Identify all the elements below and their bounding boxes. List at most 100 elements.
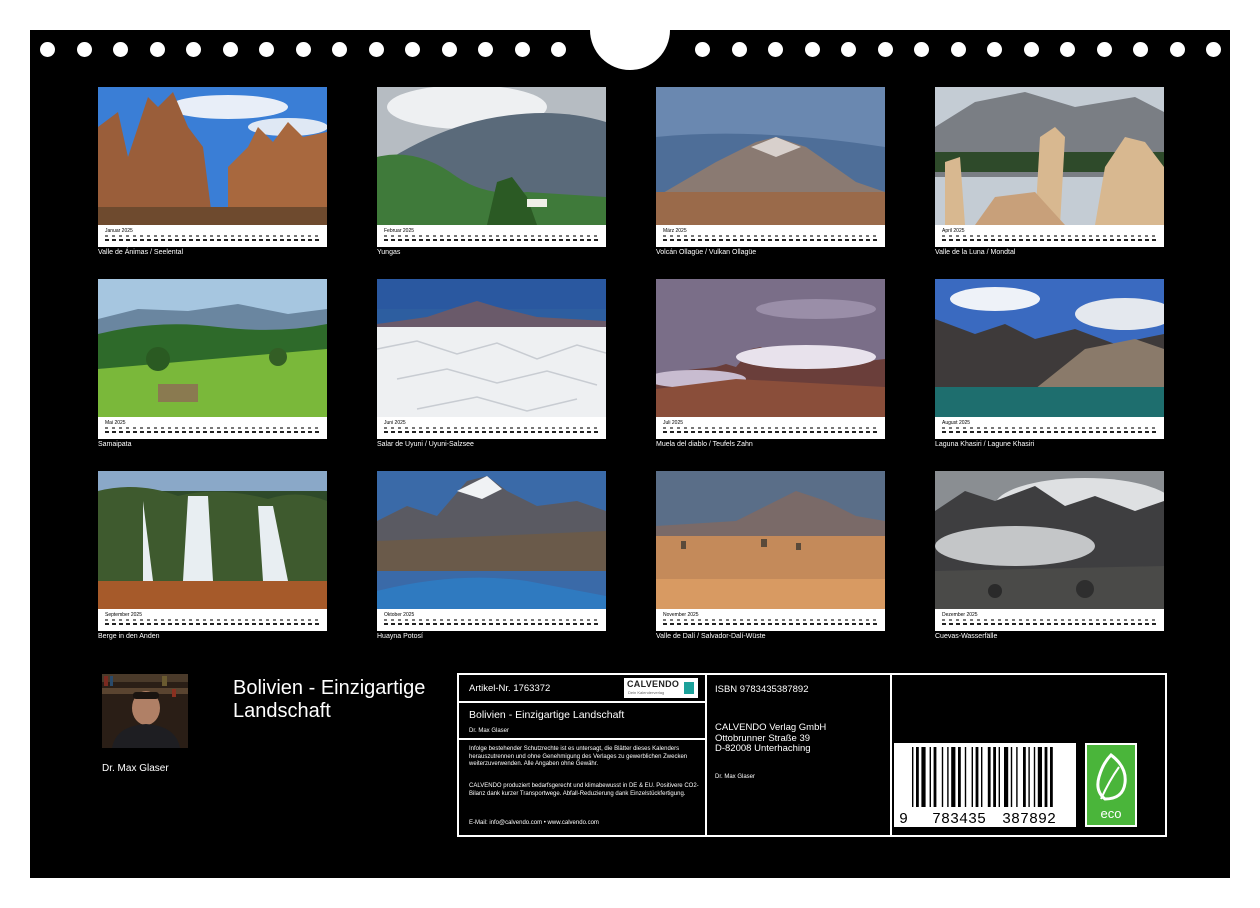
month-caption: Samaipata bbox=[98, 441, 132, 448]
month-tile: Juli 2025 Muela del diablo / Teufels Zahn bbox=[656, 279, 885, 449]
binding-hole bbox=[1169, 42, 1185, 57]
month-photo bbox=[377, 471, 606, 609]
month-name: Februar 2025 bbox=[384, 228, 415, 234]
binding-hole bbox=[1023, 42, 1039, 57]
weekday-row bbox=[384, 619, 601, 621]
binding-hole bbox=[259, 42, 274, 57]
binding-hole bbox=[695, 42, 710, 57]
month-tile: September 2025 Berge in den Anden bbox=[98, 471, 327, 641]
month-calendar-strip: August 2025 bbox=[935, 417, 1164, 439]
month-tile: April 2025 Valle de la Luna / Mondtal bbox=[935, 87, 1164, 257]
copyright-notice: Infolge bestehender Schutzrechte ist es … bbox=[469, 746, 688, 767]
month-name: Juni 2025 bbox=[384, 420, 406, 426]
month-caption: Valle de Dalí / Salvador-Dalí-Wüste bbox=[656, 633, 766, 640]
weekday-row bbox=[384, 427, 601, 429]
month-photo bbox=[377, 87, 606, 225]
month-caption: Berge in den Anden bbox=[98, 633, 160, 640]
binding-hole bbox=[841, 42, 856, 57]
binding-hole bbox=[768, 42, 783, 57]
month-caption: Valle de Ánimas / Seelental bbox=[98, 249, 184, 256]
binding-hole bbox=[76, 42, 92, 57]
binding-hole bbox=[405, 42, 420, 57]
month-name: Januar 2025 bbox=[105, 228, 133, 234]
day-row bbox=[384, 239, 601, 241]
logo-mark-icon bbox=[684, 682, 694, 694]
weekday-row bbox=[942, 427, 1159, 429]
binding-hole bbox=[149, 42, 165, 57]
weekday-row bbox=[105, 619, 322, 621]
day-row bbox=[942, 623, 1159, 625]
month-name: Dezember 2025 bbox=[942, 612, 978, 618]
weekday-row bbox=[942, 235, 1159, 237]
month-tile: Oktober 2025 Huayna Potosí bbox=[377, 471, 606, 641]
month-name: August 2025 bbox=[942, 420, 971, 426]
month-calendar-strip: November 2025 bbox=[656, 609, 885, 631]
calendar-back-cover: Januar 2025 Valle de Ánimas / Seelental Fe… bbox=[30, 30, 1230, 878]
binding-hole bbox=[368, 42, 384, 57]
month-tile: August 2025 Laguna Khasiri / Lagune Khasi… bbox=[935, 279, 1164, 449]
binding-hole bbox=[40, 42, 55, 57]
month-name: März 2025 bbox=[663, 228, 687, 234]
month-caption: Laguna Khasiri / Lagune Khasiri bbox=[935, 441, 1035, 448]
month-photo bbox=[98, 279, 327, 417]
month-photo bbox=[935, 471, 1164, 609]
day-row bbox=[663, 623, 880, 625]
barcode-area: 9 783435 387892 eco bbox=[890, 675, 1165, 835]
month-caption: Muela del diablo / Teufels Zahn bbox=[656, 441, 753, 448]
weekday-row bbox=[105, 235, 322, 237]
weekday-row bbox=[384, 235, 601, 237]
binding-hole bbox=[1096, 42, 1112, 57]
publisher-name: CALVENDO Verlag GmbH bbox=[715, 722, 827, 733]
logo-subtext: Dein Kalenderverlag bbox=[628, 690, 665, 695]
month-photo bbox=[656, 279, 885, 417]
month-calendar-strip: Juni 2025 bbox=[377, 417, 606, 439]
climate-notice: CALVENDO produziert bedarfsgerecht und k… bbox=[469, 783, 699, 797]
day-row bbox=[105, 239, 322, 241]
binding-hole bbox=[1133, 42, 1148, 57]
weekday-row bbox=[942, 619, 1159, 621]
binding-hole bbox=[804, 42, 820, 57]
leaf-icon bbox=[1096, 753, 1127, 801]
publisher-info: ISBN 9783435387892 CALVENDO Verlag GmbH … bbox=[705, 675, 892, 835]
month-name: Mai 2025 bbox=[105, 420, 126, 426]
author-photo bbox=[102, 674, 188, 748]
eco-label: eco bbox=[1100, 806, 1122, 821]
binding-hole bbox=[222, 42, 238, 57]
binding-hole bbox=[478, 42, 493, 57]
binding-hole bbox=[877, 42, 893, 57]
month-calendar-strip: Mai 2025 bbox=[98, 417, 327, 439]
divider bbox=[459, 738, 705, 740]
month-name: November 2025 bbox=[663, 612, 699, 618]
day-row bbox=[384, 623, 601, 625]
product-author: Dr. Max Glaser bbox=[469, 728, 510, 734]
binding-hole bbox=[332, 42, 347, 57]
month-calendar-strip: Oktober 2025 bbox=[377, 609, 606, 631]
month-tile: Februar 2025 Yungas bbox=[377, 87, 606, 257]
weekday-row bbox=[663, 235, 880, 237]
binding-hole bbox=[295, 42, 311, 57]
binding-hole bbox=[1206, 42, 1221, 57]
barcode-bars: 9 783435 387892 bbox=[899, 747, 1056, 828]
month-photo bbox=[98, 87, 327, 225]
article-number: Artikel-Nr. 1763372 bbox=[469, 683, 551, 694]
barcode: 9 783435 387892 bbox=[894, 743, 1076, 828]
binding-hole bbox=[514, 42, 530, 57]
month-name: September 2025 bbox=[105, 612, 142, 618]
contact-info: E-Mail: info@calvendo.com • www.calvendo… bbox=[469, 820, 599, 826]
product-title: Bolivien - Einzigartige Landschaft bbox=[469, 709, 625, 721]
month-caption: Huayna Potosí bbox=[377, 633, 423, 640]
weekday-row bbox=[663, 619, 880, 621]
binding-hole bbox=[186, 42, 201, 57]
binding-hole bbox=[731, 42, 747, 57]
month-photo bbox=[377, 279, 606, 417]
article-row: Artikel-Nr. 1763372 CALVENDO Dein Kalend… bbox=[459, 675, 705, 703]
binding-hole bbox=[950, 42, 966, 57]
month-name: Oktober 2025 bbox=[384, 612, 415, 618]
binding-hole bbox=[113, 42, 128, 57]
month-photo bbox=[935, 279, 1164, 417]
barcode-digit-lead: 9 bbox=[899, 811, 908, 827]
month-caption: Yungas bbox=[377, 249, 401, 256]
day-row bbox=[663, 239, 880, 241]
month-calendar-strip: Januar 2025 bbox=[98, 225, 327, 247]
month-calendar-strip: April 2025 bbox=[935, 225, 1164, 247]
